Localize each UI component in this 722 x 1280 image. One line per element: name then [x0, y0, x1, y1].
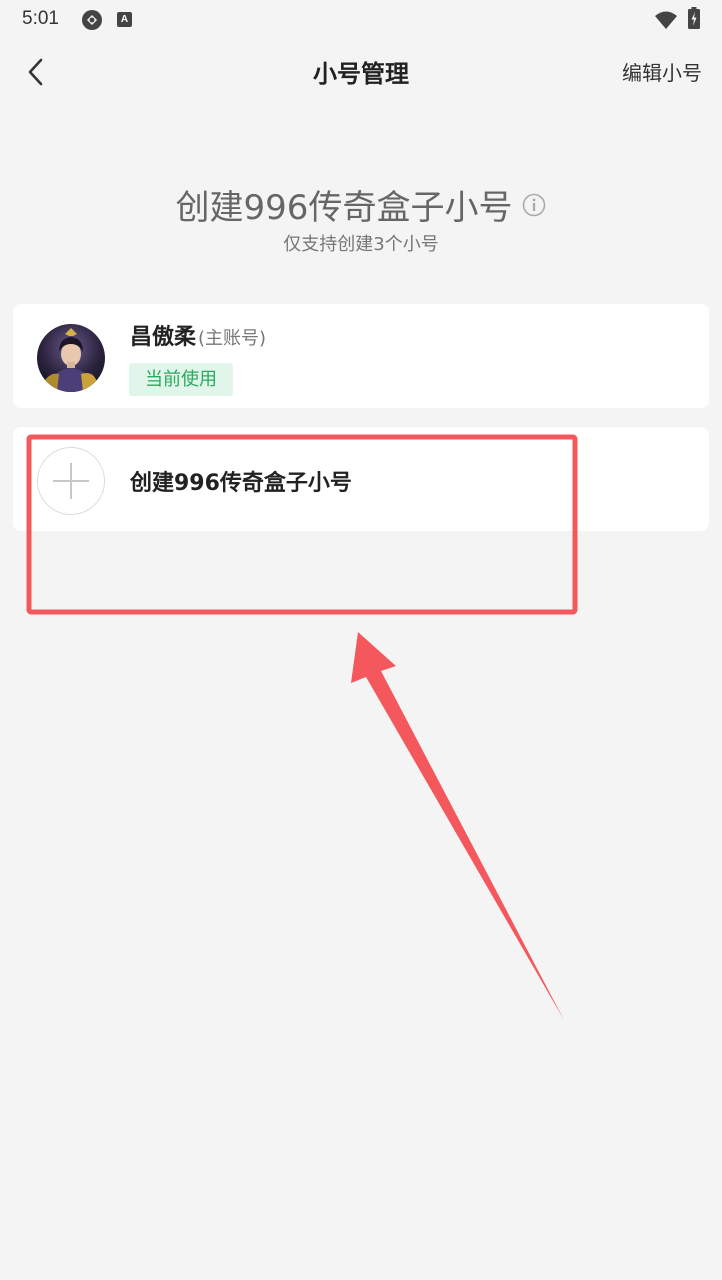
wifi-icon	[655, 11, 677, 29]
status-time: 5:01	[22, 8, 59, 29]
avatar	[37, 324, 105, 392]
page-title: 小号管理	[313, 60, 409, 88]
account-card[interactable]: 昌傲柔 (主账号) 当前使用	[13, 304, 709, 408]
sync-icon	[82, 10, 102, 30]
create-sub-account-card[interactable]: 创建996传奇盒子小号	[13, 427, 709, 531]
pointer-arrow	[351, 632, 564, 1020]
create-heading-title: 创建996传奇盒子小号	[175, 188, 513, 228]
account-name-text: 昌傲柔	[130, 325, 197, 350]
create-limit-hint: 仅支持创建3个小号	[283, 234, 439, 255]
sub-account-management-screen: 5:01 A 小号管理 编辑小号 创建996传奇盒子小号 仅支持创建3个小号 昌…	[0, 0, 722, 1280]
add-sub-account-button[interactable]	[37, 447, 105, 515]
info-icon[interactable]	[522, 193, 546, 217]
a-notification-icon: A	[117, 12, 132, 27]
edit-sub-accounts-button[interactable]: 编辑小号	[622, 57, 702, 86]
battery-icon	[688, 7, 700, 29]
create-heading: 创建996传奇盒子小号	[0, 180, 722, 229]
plus-icon	[53, 463, 89, 499]
status-bar: 5:01 A	[0, 0, 722, 40]
create-sub-account-label: 创建996传奇盒子小号	[130, 471, 352, 496]
main-account-tag: (主账号)	[198, 328, 267, 349]
account-name: 昌傲柔 (主账号)	[130, 319, 266, 351]
nav-bar: 小号管理 编辑小号	[0, 40, 722, 104]
current-in-use-badge: 当前使用	[129, 363, 233, 396]
